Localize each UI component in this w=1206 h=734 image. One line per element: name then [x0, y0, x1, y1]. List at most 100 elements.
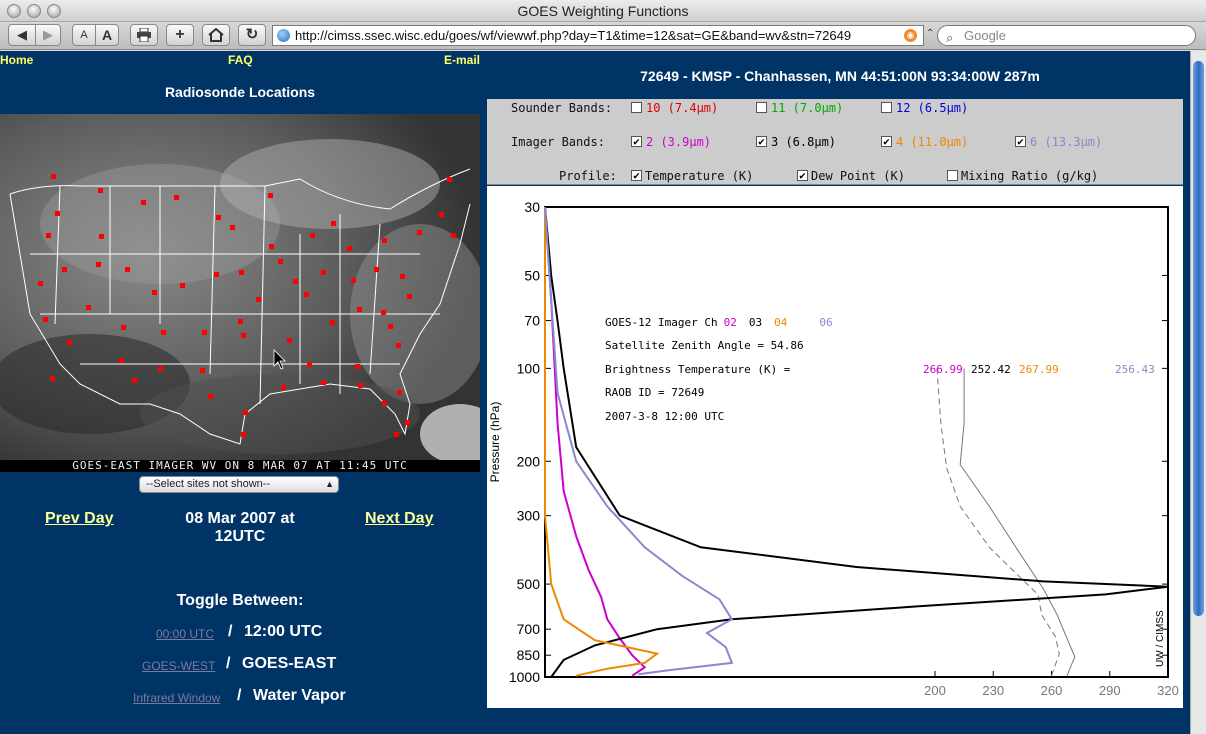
home-icon[interactable] [202, 24, 230, 46]
temperature-label: Temperature (K) [645, 169, 754, 183]
next-day-link[interactable]: Next Day [365, 510, 433, 528]
weighting-function-plot: 30 50 70 100 200 300 500 700 850 1000 200 230 260 29… [487, 186, 1183, 708]
radiosonde-site-marker [357, 307, 362, 312]
radiosonde-site-marker [62, 267, 67, 272]
imager-band-6-checkbox[interactable]: ✔ [1015, 136, 1026, 147]
faq-link[interactable]: FAQ [228, 53, 253, 67]
toggle-separator: / [228, 623, 233, 640]
scrollbar-thumb[interactable] [1193, 61, 1204, 616]
window-title: GOES Weighting Functions [517, 3, 689, 19]
address-bar[interactable]: http://cimss.ssec.wisc.edu/goes/wf/vieww… [272, 25, 924, 46]
mixing-ratio-checkbox[interactable] [947, 170, 958, 181]
radiosonde-site-marker [351, 278, 356, 283]
site-select-dropdown[interactable]: --Select sites not shown-- ▲ [139, 476, 339, 493]
radiosonde-site-marker [200, 368, 205, 373]
radiosonde-site-marker [268, 193, 273, 198]
y-tick-label: 500 [517, 576, 541, 592]
imager-band-6-label: 6 (13.3µm) [1030, 135, 1103, 149]
print-icon[interactable] [130, 24, 158, 46]
annotation-zenith: Satellite Zenith Angle = 54.86 [605, 339, 804, 352]
radiosonde-site-marker [241, 333, 246, 338]
bt-value-02: 266.99 [923, 363, 963, 376]
sounder-band-12-checkbox[interactable] [881, 102, 892, 113]
page-content: Home FAQ E-mail Radiosonde Locations GOE… [0, 51, 1190, 734]
radiosonde-site-marker [304, 292, 309, 297]
radiosonde-site-marker [43, 317, 48, 322]
text-smaller-button[interactable]: A [72, 24, 96, 46]
date-display: 08 Mar 2007 at 12UTC [150, 510, 330, 546]
url-history-icon[interactable]: ⌃ [926, 28, 934, 39]
x-tick-label: 230 [982, 683, 1004, 698]
sounder-band-10-checkbox[interactable] [631, 102, 642, 113]
toggle-channel-link[interactable]: Infrared Window [133, 691, 220, 705]
x-tick-label: 320 [1157, 683, 1179, 698]
radiosonde-site-marker [202, 330, 207, 335]
toggle-time-link[interactable]: 00:00 UTC [156, 627, 214, 641]
current-time: 12:00 UTC [244, 623, 323, 640]
temperature-profile-line [959, 368, 1076, 676]
radiosonde-site-marker [141, 200, 146, 205]
browser-toolbar: ◀ ▶ A A + ↻ http://cimss.ssec.wisc.edu/g… [0, 22, 1206, 50]
prev-day-link[interactable]: Prev Day [45, 510, 114, 528]
radiosonde-site-marker [407, 294, 412, 299]
band-controls-panel: Sounder Bands: 10 (7.4µm) 11 (7.0µm) 12 … [487, 99, 1183, 185]
radiosonde-site-marker [239, 270, 244, 275]
radiosonde-site-marker [451, 233, 456, 238]
search-icon: ⌕ [946, 30, 954, 45]
radiosonde-site-marker [243, 410, 248, 415]
plot-frame [544, 206, 1169, 678]
imager-band-4-label: 4 (11.0µm) [896, 135, 969, 149]
browser-window: GOES Weighting Functions ◀ ▶ A A + ↻ htt… [0, 0, 1206, 734]
radiosonde-site-marker [355, 364, 360, 369]
dew-point-profile-line [936, 368, 1060, 676]
radiosonde-site-marker [278, 259, 283, 264]
rss-icon[interactable]: ◉ [904, 29, 917, 42]
home-link[interactable]: Home [0, 53, 33, 67]
radiosonde-map[interactable]: GOES-EAST IMAGER WV ON 8 MAR 07 AT 11:45… [0, 114, 480, 472]
radiosonde-site-marker [400, 274, 405, 279]
vertical-scrollbar[interactable] [1190, 51, 1206, 734]
radiosonde-site-marker [55, 211, 60, 216]
email-link[interactable]: E-mail [444, 53, 480, 67]
radiosonde-site-marker [174, 195, 179, 200]
toggle-satellite-link[interactable]: GOES-WEST [142, 659, 215, 673]
radiosonde-site-marker [241, 432, 246, 437]
radiosonde-site-marker [98, 188, 103, 193]
toggle-title: Toggle Between: [176, 592, 304, 609]
radiosonde-site-marker [281, 385, 286, 390]
radiosonde-site-marker [67, 340, 72, 345]
current-channel: Water Vapor [253, 687, 346, 704]
temperature-checkbox[interactable]: ✔ [631, 170, 642, 181]
profile-label: Profile: [559, 169, 617, 183]
sounder-band-11-checkbox[interactable] [756, 102, 767, 113]
globe-icon [277, 29, 290, 42]
search-input[interactable]: ⌕ Google [937, 25, 1196, 46]
annotation-raob: RAOB ID = 72649 [605, 386, 704, 399]
mixing-ratio-label: Mixing Ratio (g/kg) [961, 169, 1099, 183]
dew-point-checkbox[interactable]: ✔ [797, 170, 808, 181]
y-tick-label: 700 [517, 621, 541, 637]
radiosonde-site-marker [417, 230, 422, 235]
y-tick-label: 30 [524, 199, 540, 215]
imager-band-2-checkbox[interactable]: ✔ [631, 136, 642, 147]
radiosonde-site-marker [310, 233, 315, 238]
text-larger-button[interactable]: A [95, 24, 119, 46]
annotation-ch-03: 03 [749, 316, 762, 329]
bt-value-06: 256.43 [1115, 363, 1155, 376]
radiosonde-site-marker [374, 267, 379, 272]
sounder-band-12-label: 12 (6.5µm) [896, 101, 969, 115]
back-arrow-icon[interactable]: ◀ [8, 24, 36, 46]
add-bookmark-button[interactable]: + [166, 24, 194, 46]
radiosonde-site-marker [96, 262, 101, 267]
search-placeholder: Google [964, 28, 1006, 43]
imager-band-3-checkbox[interactable]: ✔ [756, 136, 767, 147]
reload-icon[interactable]: ↻ [238, 24, 266, 46]
radiosonde-site-marker [125, 267, 130, 272]
y-tick-label: 300 [517, 508, 541, 524]
annotation-prefix: GOES-12 Imager Ch [605, 316, 718, 329]
url-text: http://cimss.ssec.wisc.edu/goes/wf/vieww… [295, 28, 852, 43]
y-tick-label: 200 [517, 453, 541, 469]
imager-band-4-checkbox[interactable]: ✔ [881, 136, 892, 147]
forward-arrow-icon[interactable]: ▶ [35, 24, 61, 46]
radiosonde-site-marker [158, 366, 163, 371]
